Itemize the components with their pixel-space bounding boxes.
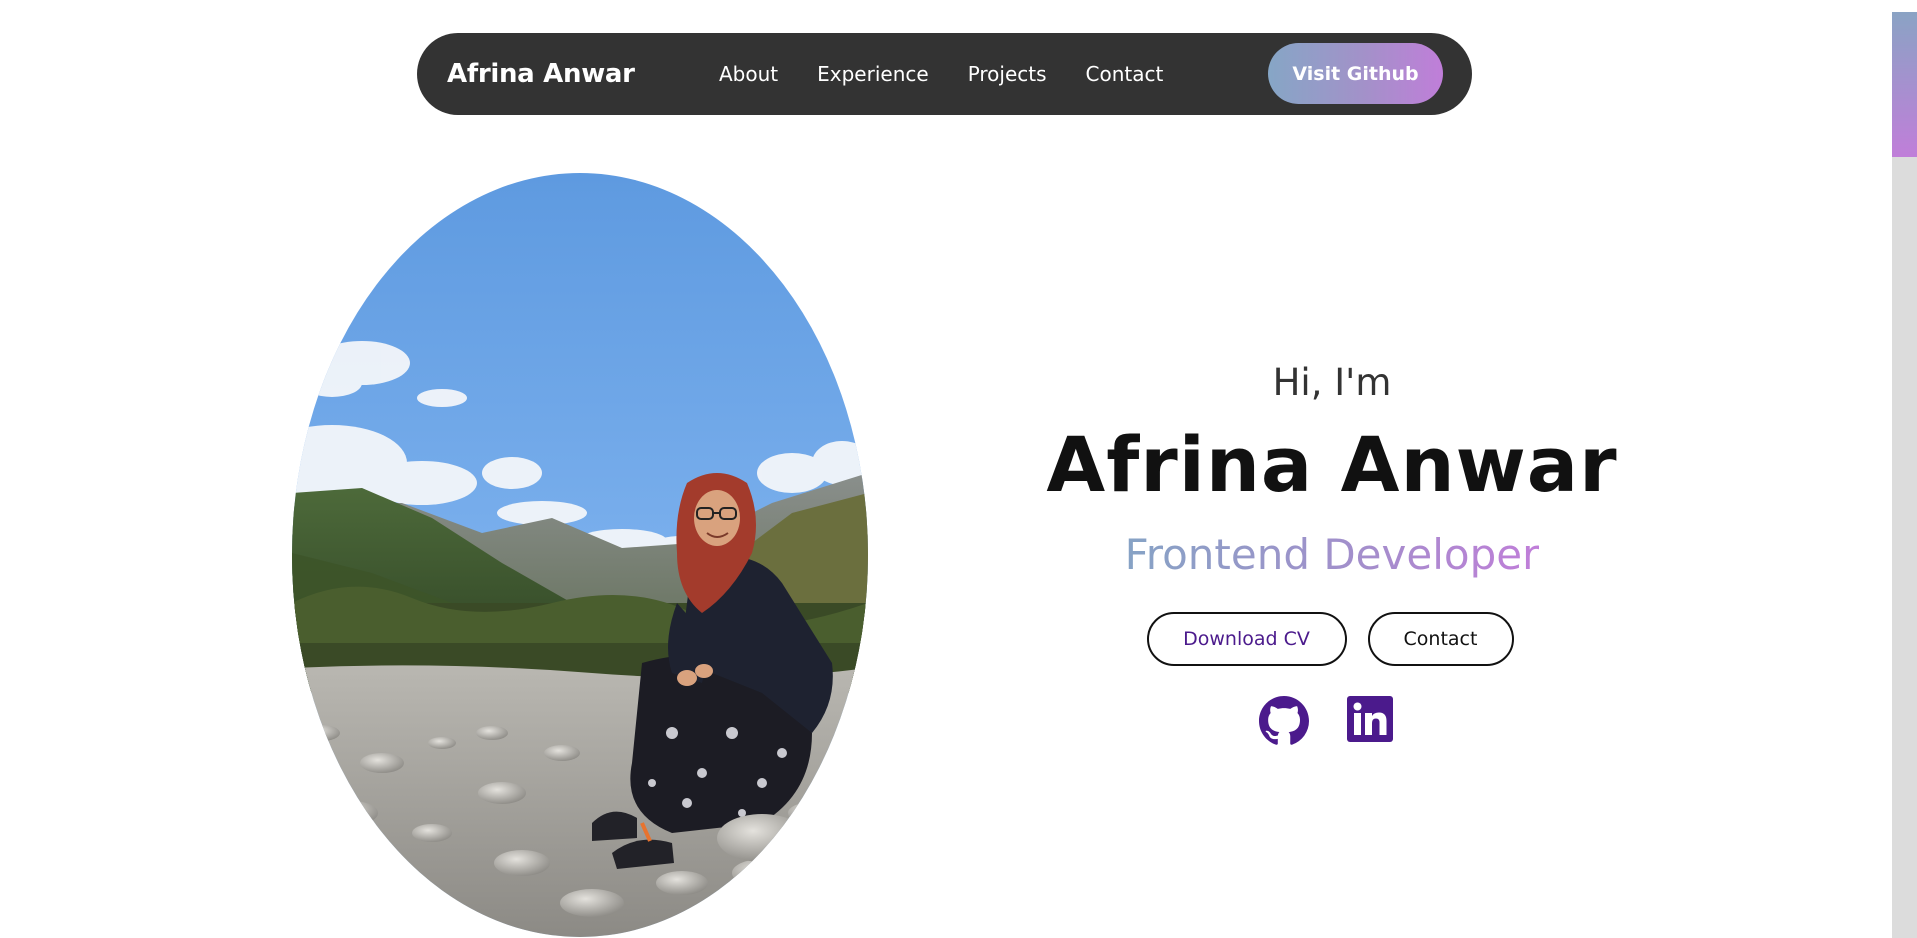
- nav-links: About Experience Projects Contact: [719, 33, 1163, 115]
- nav-link-about[interactable]: About: [719, 62, 778, 86]
- brand-logo[interactable]: Afrina Anwar: [447, 33, 635, 115]
- hero-greeting: Hi, I'm: [1272, 361, 1392, 404]
- hero-name: Afrina Anwar: [1046, 420, 1618, 509]
- visit-github-button[interactable]: Visit Github: [1268, 43, 1443, 104]
- contact-button[interactable]: Contact: [1367, 612, 1514, 666]
- social-links: [1020, 696, 1632, 750]
- scrollbar-thumb[interactable]: [1892, 12, 1917, 157]
- download-cv-button[interactable]: Download CV: [1146, 612, 1347, 666]
- top-navbar: Afrina Anwar About Experience Projects C…: [417, 33, 1472, 115]
- hero-buttons: Download CV Contact: [1028, 612, 1632, 666]
- nav-link-contact[interactable]: Contact: [1086, 62, 1164, 86]
- profile-photo: [292, 173, 868, 937]
- portfolio-page: Afrina Anwar About Experience Projects C…: [0, 0, 1917, 938]
- nav-link-experience[interactable]: Experience: [817, 62, 929, 86]
- linkedin-icon[interactable]: [1347, 696, 1393, 750]
- github-icon[interactable]: [1259, 696, 1309, 750]
- page-scrollbar[interactable]: [1892, 12, 1917, 938]
- nav-link-projects[interactable]: Projects: [968, 62, 1047, 86]
- hero-role: Frontend Developer: [1125, 527, 1540, 583]
- hero-section: Hi, I'm Afrina Anwar Frontend Developer …: [1032, 355, 1632, 750]
